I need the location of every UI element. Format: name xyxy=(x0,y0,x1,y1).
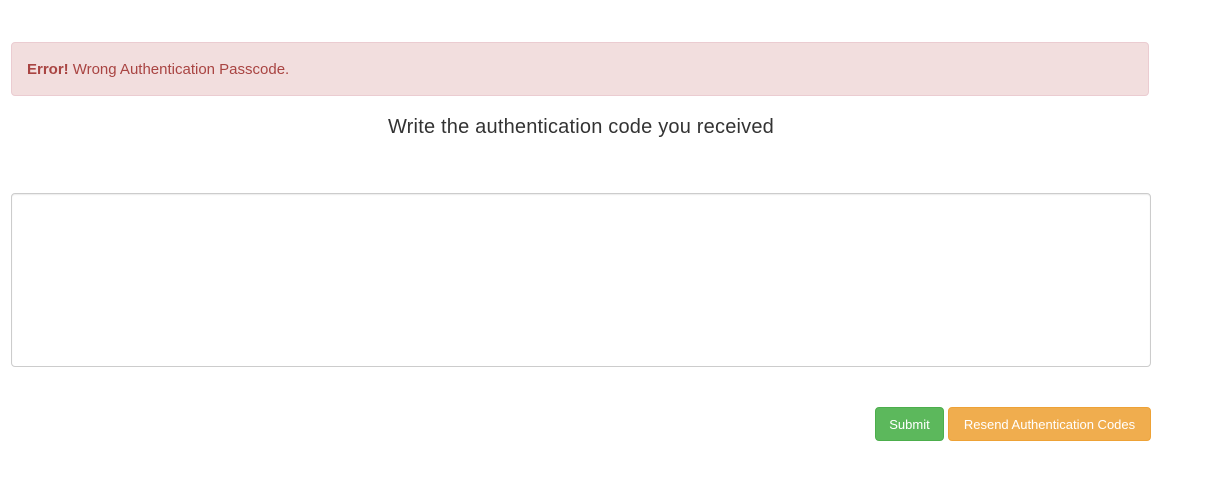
page-heading: Write the authentication code you receiv… xyxy=(387,116,775,138)
auth-code-input[interactable] xyxy=(11,193,1151,367)
error-alert-message: Wrong Authentication Passcode. xyxy=(72,60,290,78)
error-alert: Error! Wrong Authentication Passcode. xyxy=(11,42,1149,96)
error-alert-label: Error! xyxy=(27,60,69,78)
resend-codes-button[interactable]: Resend Authentication Codes xyxy=(948,407,1151,441)
submit-button[interactable]: Submit xyxy=(875,407,944,441)
auth-code-page: Error! Wrong Authentication Passcode. Wr… xyxy=(0,0,1209,479)
